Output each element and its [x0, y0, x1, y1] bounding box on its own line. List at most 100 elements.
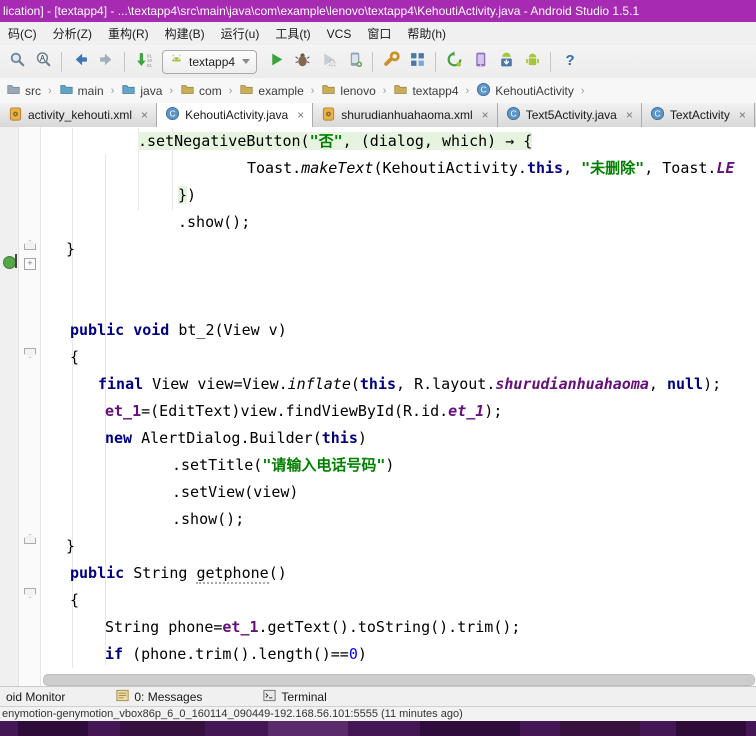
code-line[interactable]: }	[66, 236, 75, 263]
code-line[interactable]: {	[70, 587, 79, 614]
structure-icon	[409, 51, 426, 73]
chevron-right-icon: ›	[382, 84, 387, 97]
code-line[interactable]: new AlertDialog.Builder(this)	[105, 425, 367, 452]
chevron-right-icon: ›	[228, 84, 233, 97]
toolbar-separator	[435, 51, 437, 72]
tab-label: activity_kehouti.xml	[28, 108, 133, 122]
menu-item-[interactable]: 窗口	[359, 23, 399, 45]
tool-window-bar: oid Monitor 0: Messages Terminal	[0, 686, 756, 707]
xml-icon	[8, 106, 23, 125]
sync-icon	[446, 50, 463, 73]
toolbar-android-button[interactable]	[519, 50, 545, 74]
tab-text5activity-java[interactable]: C Text5Activity.java ×	[497, 103, 642, 127]
sdk-icon	[498, 51, 515, 73]
toolbar-sort-button[interactable]: 01 10 01	[130, 50, 156, 74]
code-line[interactable]: .setNegativeButton("否", (dialog, which) …	[138, 128, 533, 155]
menu-item-z[interactable]: 分析(Z)	[45, 23, 100, 45]
tab-shurudianhuahaoma-xml[interactable]: shurudianhuahaoma.xml ×	[313, 103, 498, 127]
class-icon: C	[476, 82, 491, 100]
scrollbar-thumb[interactable]	[43, 674, 755, 686]
horizontal-scrollbar	[41, 673, 756, 686]
tool-window-button-0-messages[interactable]: 0: Messages	[109, 688, 208, 706]
breadcrumb-item-src[interactable]: src	[4, 82, 43, 99]
toolbar-back-button[interactable]	[67, 50, 93, 74]
menu-item-b[interactable]: 构建(B)	[157, 23, 213, 45]
code-token: (KehoutiActivity.	[373, 159, 527, 177]
menu-item-t[interactable]: 工具(t)	[267, 23, 318, 45]
menu-item-u[interactable]: 运行(u)	[213, 23, 268, 45]
folder-pkg-icon	[239, 82, 254, 99]
code-token: (	[350, 375, 360, 393]
code-token: (dialog, which) → {	[360, 132, 533, 150]
toolbar-settings-button[interactable]	[378, 50, 404, 74]
code-line[interactable]: final View view=View.inflate(this, R.lay…	[98, 371, 721, 398]
code-token: {	[70, 591, 80, 609]
code-line[interactable]: }	[66, 533, 75, 560]
close-icon[interactable]: ×	[141, 108, 148, 122]
code-token: this	[321, 429, 358, 447]
breadcrumb-item-com[interactable]: com	[178, 82, 224, 99]
code-line[interactable]: public void bt_2(View v)	[70, 317, 287, 344]
toolbar-sync-button[interactable]	[441, 50, 467, 74]
tool-window-button-terminal[interactable]: Terminal	[256, 688, 332, 706]
code-token: et_1	[105, 402, 142, 420]
code-token: View view=View.	[143, 375, 288, 393]
breadcrumb-item-java[interactable]: java	[119, 82, 164, 99]
menu-item-c[interactable]: 码(C)	[0, 23, 45, 45]
toolbar-avd-button[interactable]	[467, 50, 493, 74]
sort-icon: 01 10 01	[135, 51, 152, 73]
toolbar-structure-button[interactable]	[404, 50, 430, 74]
tab-label: KehoutiActivity.java	[185, 108, 289, 122]
code-editor[interactable]: + .setNegativeButton("否", (dialog, which…	[0, 127, 756, 686]
breadcrumb-label: java	[140, 83, 163, 98]
code-line[interactable]: {	[70, 344, 79, 371]
tab-kehoutiactivity-java[interactable]: C KehoutiActivity.java ×	[157, 103, 314, 127]
tab-activity-kehouti-xml[interactable]: activity_kehouti.xml ×	[0, 103, 158, 127]
toolbar-coverage-button[interactable]	[315, 50, 341, 74]
toolbar-forward-button[interactable]	[93, 50, 119, 74]
code-line[interactable]: Toast.makeText(KehoutiActivity.this, "未删…	[247, 155, 735, 182]
tab-textactivity[interactable]: C TextActivity ×	[641, 103, 755, 127]
code-line[interactable]: et_1=(EditText)view.findViewById(R.id.et…	[105, 398, 502, 425]
close-icon[interactable]: ×	[626, 108, 633, 122]
toolbar-attach-button[interactable]	[341, 50, 367, 74]
toolbar-help-button[interactable]: ?	[556, 50, 582, 74]
breadcrumb-item-kehoutiactivity[interactable]: C KehoutiActivity	[474, 82, 576, 100]
breadcrumb-item-textapp4[interactable]: textapp4	[391, 82, 460, 99]
code-line[interactable]: if (phone.trim().length()==0)	[105, 641, 367, 668]
code-line[interactable]: public String getphone()	[70, 560, 287, 587]
run-configuration-select[interactable]: textapp4	[162, 49, 258, 74]
tool-window-label: Terminal	[281, 690, 327, 704]
toolbar-search-replace-button[interactable]: A	[30, 50, 56, 74]
toolbar-search-button[interactable]	[4, 50, 30, 74]
code-line[interactable]: .show();	[172, 506, 244, 533]
status-bar: enymotion-genymotion_vbox86p_6_0_160114_…	[0, 706, 756, 722]
settings-icon	[383, 50, 400, 73]
code-token: null	[666, 375, 704, 393]
android-icon	[524, 51, 541, 73]
close-icon[interactable]: ×	[297, 108, 304, 122]
toolbar-sdk-button[interactable]	[493, 50, 519, 74]
toolbar-separator	[61, 51, 62, 72]
code-token: public	[70, 564, 125, 582]
tool-window-button-oid-monitor[interactable]: oid Monitor	[0, 690, 71, 704]
code-token: shurudianhuahaoma	[495, 375, 649, 393]
breadcrumb-item-example[interactable]: example	[237, 82, 305, 99]
close-icon[interactable]: ×	[482, 108, 489, 122]
code-line[interactable]: .setTitle("请输入电话号码")	[172, 452, 394, 479]
code-line[interactable]: String phone=et_1.getText().toString().t…	[105, 614, 520, 641]
code-line[interactable]: .show();	[178, 209, 250, 236]
code-line[interactable]: .setView(view)	[172, 479, 298, 506]
menu-item-vcs[interactable]: VCS	[319, 23, 360, 45]
toolbar-run-button[interactable]	[263, 50, 289, 74]
menu-item-r[interactable]: 重构(R)	[100, 23, 157, 45]
toolbar-debug-button[interactable]	[289, 50, 315, 74]
fold-expand-icon[interactable]: +	[24, 258, 36, 270]
code-line[interactable]: })	[178, 182, 196, 209]
breadcrumb-item-lenovo[interactable]: lenovo	[319, 82, 377, 99]
code-token: }	[66, 537, 76, 555]
breadcrumb-item-main[interactable]: main	[57, 82, 106, 99]
close-icon[interactable]: ×	[739, 108, 746, 122]
editor-gutter	[0, 127, 19, 686]
menu-item-h[interactable]: 帮助(h)	[399, 23, 454, 45]
